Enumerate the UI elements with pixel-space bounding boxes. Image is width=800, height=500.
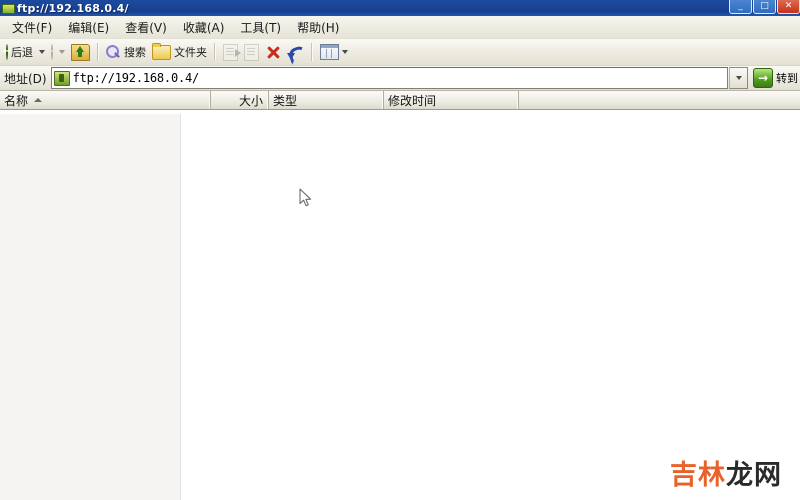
minimize-button[interactable]: _ <box>729 0 752 14</box>
file-list-column-headers: 名称 大小 类型 修改时间 <box>0 91 800 110</box>
menu-edit[interactable]: 编辑(E) <box>60 17 117 38</box>
task-pane <box>0 114 181 500</box>
maximize-icon: □ <box>760 1 769 11</box>
folder-icon <box>152 42 171 60</box>
sort-ascending-icon <box>34 98 43 102</box>
forward-history-dropdown-icon[interactable] <box>59 50 65 54</box>
column-header-size-label: 大小 <box>238 93 263 108</box>
close-icon: ✕ <box>784 1 793 11</box>
window-controls: _ □ ✕ <box>729 0 800 14</box>
watermark-part-a: 吉林 <box>670 460 726 491</box>
search-button-label: 搜索 <box>124 46 146 59</box>
window-title: ftp://192.168.0.4/ <box>17 1 129 15</box>
close-button[interactable]: ✕ <box>777 0 800 14</box>
up-folder-icon <box>71 43 90 61</box>
column-header-type[interactable]: 类型 <box>269 91 384 109</box>
watermark-part-b: 龙网 <box>726 460 782 491</box>
move-to-icon <box>223 43 241 61</box>
ftp-folder-icon <box>2 2 15 14</box>
back-history-dropdown-icon[interactable] <box>39 50 45 54</box>
file-list-view[interactable] <box>181 114 800 500</box>
views-button[interactable] <box>317 41 354 63</box>
title-bar[interactable]: ftp://192.168.0.4/ _ □ ✕ <box>0 0 800 16</box>
maximize-button[interactable]: □ <box>753 0 776 14</box>
column-header-date-modified[interactable]: 修改时间 <box>384 91 519 109</box>
address-dropdown-button[interactable] <box>729 67 748 89</box>
magnifier-icon <box>106 44 121 60</box>
explorer-content <box>0 114 800 500</box>
go-button[interactable]: 转到 <box>753 68 800 88</box>
chevron-down-icon <box>735 76 742 80</box>
forward-arrow-icon: → <box>48 44 56 60</box>
column-header-name-label: 名称 <box>4 93 29 108</box>
move-to-button[interactable] <box>220 41 241 63</box>
delete-button[interactable] <box>262 41 284 63</box>
go-arrow-icon <box>753 68 773 88</box>
menu-file[interactable]: 文件(F) <box>4 17 60 38</box>
search-button[interactable]: 搜索 <box>103 41 149 63</box>
toolbar-separator-2 <box>214 43 216 61</box>
minimize-icon: _ <box>738 1 743 11</box>
column-header-type-label: 类型 <box>273 93 298 108</box>
column-header-filler <box>519 91 800 109</box>
up-button[interactable] <box>68 41 93 63</box>
address-input[interactable]: ftp://192.168.0.4/ <box>50 67 728 89</box>
back-button-label: 后退 <box>11 46 33 59</box>
address-bar-label: 地址(D) <box>4 71 47 86</box>
views-dropdown-icon[interactable] <box>342 50 348 54</box>
address-bar: 地址(D) ftp://192.168.0.4/ 转到 <box>0 66 800 91</box>
menu-favorites[interactable]: 收藏(A) <box>175 17 233 38</box>
forward-button[interactable]: → <box>48 41 56 63</box>
back-button[interactable]: ← 后退 <box>3 41 36 63</box>
menu-tools[interactable]: 工具(T) <box>232 17 289 38</box>
back-arrow-icon: ← <box>3 44 11 60</box>
address-input-value: ftp://192.168.0.4/ <box>72 71 200 85</box>
toolbar-separator-1 <box>97 43 99 61</box>
menu-help[interactable]: 帮助(H) <box>289 17 347 38</box>
column-header-name[interactable]: 名称 <box>0 91 211 109</box>
menu-bar: 文件(F) 编辑(E) 查看(V) 收藏(A) 工具(T) 帮助(H) <box>0 16 800 39</box>
folders-button[interactable]: 文件夹 <box>149 41 210 63</box>
folders-button-label: 文件夹 <box>174 46 207 59</box>
watermark: 吉林龙网 <box>670 453 782 492</box>
toolbar-separator-3 <box>311 43 313 61</box>
go-button-label: 转到 <box>776 72 798 85</box>
copy-to-icon <box>244 43 259 61</box>
undo-button[interactable] <box>284 41 310 65</box>
undo-arrow-icon <box>286 43 310 65</box>
copy-to-button[interactable] <box>241 41 262 63</box>
column-header-size[interactable]: 大小 <box>211 91 269 109</box>
menu-view[interactable]: 查看(V) <box>117 17 175 38</box>
ftp-site-icon <box>53 70 70 86</box>
toolbar: ← 后退 → 搜索 文件夹 <box>0 39 800 66</box>
column-header-date-label: 修改时间 <box>388 93 437 108</box>
delete-x-icon <box>265 44 281 60</box>
views-icon <box>320 44 339 60</box>
